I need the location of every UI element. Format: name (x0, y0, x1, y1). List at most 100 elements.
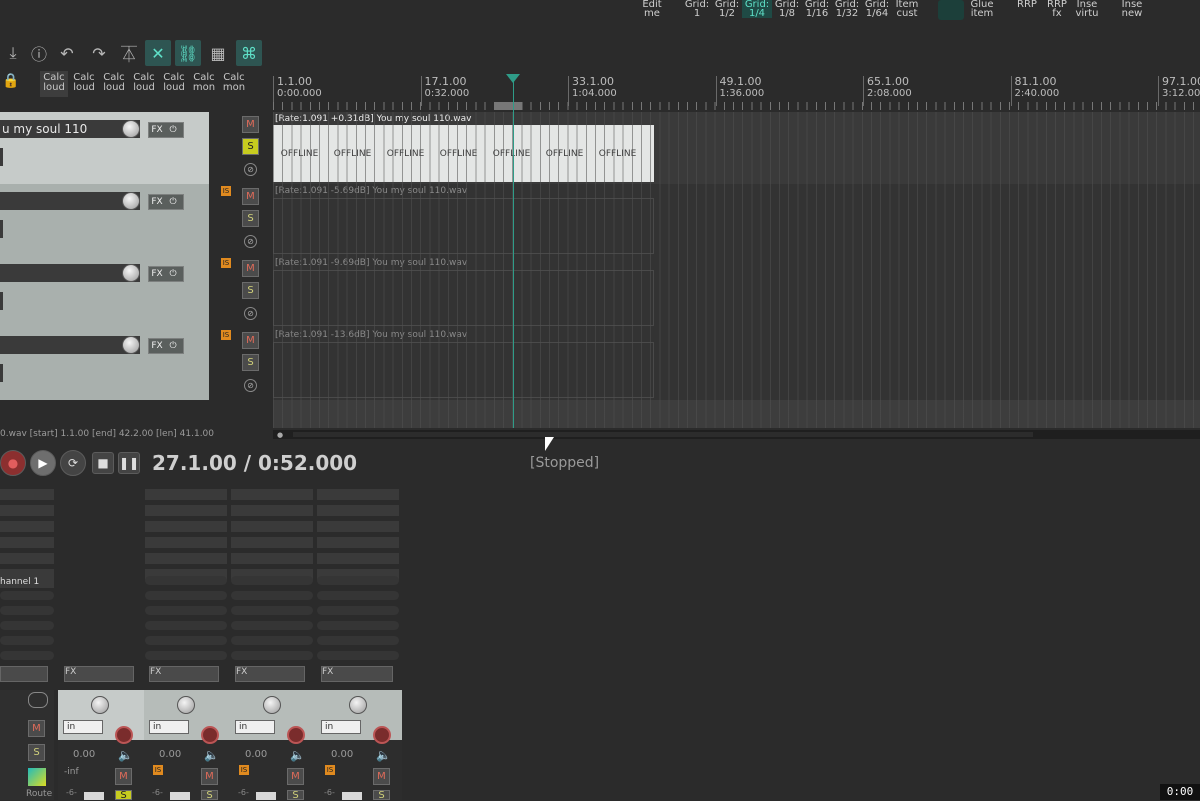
pan-knob[interactable] (91, 696, 109, 714)
grid-icon[interactable]: ▦ (205, 40, 231, 66)
undo-icon[interactable]: ↶ (54, 40, 80, 66)
track-name[interactable]: u my soul 110 (0, 120, 140, 138)
info-icon[interactable]: ⓘ (26, 40, 52, 66)
glue-icon[interactable] (938, 0, 964, 20)
send-slot[interactable] (231, 651, 313, 660)
volume-knob[interactable] (122, 264, 140, 282)
send-slot[interactable] (317, 636, 399, 645)
send-slot[interactable] (231, 591, 313, 600)
metronome-icon[interactable]: ⏄ (116, 40, 142, 66)
fx-slot[interactable] (145, 553, 227, 564)
send-slot[interactable] (231, 621, 313, 630)
routing-icon[interactable] (28, 768, 46, 786)
calc-button[interactable]: Calc mon (190, 71, 218, 97)
calc-button[interactable]: Calc loud (100, 71, 128, 97)
top-action-button[interactable]: Grid: 1/2 (712, 0, 742, 19)
fx-slot[interactable] (231, 553, 313, 564)
power-icon[interactable]: ⏻ (165, 267, 181, 281)
speaker-icon[interactable]: 🔈 (204, 748, 219, 762)
top-action-button[interactable]: RRP (1012, 0, 1042, 10)
mute-button[interactable]: M (28, 720, 45, 737)
phase-button[interactable]: ⊘ (244, 163, 257, 176)
phase-button[interactable]: ⊘ (244, 235, 257, 248)
send-slot[interactable] (0, 651, 54, 660)
media-item[interactable] (273, 198, 654, 254)
scroll-thumb[interactable] (293, 432, 1033, 437)
volume-fader[interactable] (342, 792, 362, 800)
media-item-offline[interactable]: OFFLINE OFFLINE OFFLINE OFFLINE OFFLINE OFFLI… (273, 125, 654, 182)
empty-lane[interactable] (273, 400, 1200, 428)
playhead-marker[interactable] (506, 74, 520, 83)
send-slot[interactable] (317, 606, 399, 615)
speaker-icon[interactable]: 🔈 (376, 748, 391, 762)
top-action-button[interactable]: Grid: 1/4 (742, 0, 772, 19)
ripple-icon[interactable]: ⌘ (236, 40, 262, 66)
send-slot[interactable] (145, 591, 227, 600)
top-action-button[interactable]: Glue item (967, 0, 997, 19)
calc-button[interactable]: Calc loud (70, 71, 98, 97)
volume-fader[interactable] (256, 792, 276, 800)
input-select[interactable]: in (63, 720, 103, 734)
track-panel-2[interactable]: FX ⏻ (0, 184, 209, 257)
send-slot[interactable] (0, 636, 54, 645)
loop-marker[interactable] (494, 102, 522, 110)
mixer-fx-button[interactable]: FX (149, 666, 219, 682)
mixer-fx-button[interactable]: FX (235, 666, 305, 682)
fx-slot[interactable] (231, 489, 313, 500)
send-slot[interactable] (0, 591, 54, 600)
mute-button[interactable]: M (242, 332, 259, 349)
volume-knob[interactable] (122, 192, 140, 210)
fx-slot[interactable] (145, 505, 227, 516)
fx-slot[interactable] (317, 537, 399, 548)
send-slot[interactable] (145, 621, 227, 630)
link-icon[interactable]: ⛓ (175, 40, 201, 66)
volume-fader[interactable] (84, 792, 104, 800)
fx-slot[interactable] (231, 537, 313, 548)
fx-slot[interactable] (317, 489, 399, 500)
volume-knob[interactable] (122, 120, 140, 138)
fx-slot[interactable] (145, 537, 227, 548)
solo-button[interactable]: S (242, 354, 259, 371)
fx-slot[interactable] (0, 553, 54, 564)
pan-knob[interactable] (177, 696, 195, 714)
power-icon[interactable]: ⏻ (165, 123, 181, 137)
send-slot[interactable] (317, 576, 399, 585)
fx-slot[interactable] (0, 521, 54, 532)
mute-button[interactable]: M (242, 116, 259, 133)
send-slot[interactable] (0, 621, 54, 630)
track-panel-4[interactable]: FX ⏻ (0, 328, 209, 401)
mixer-fx-button[interactable]: FX (321, 666, 393, 682)
fx-button[interactable]: FX ⏻ (148, 194, 184, 210)
power-icon[interactable]: ⏻ (165, 195, 181, 209)
fx-slot[interactable] (317, 505, 399, 516)
mixer-fx-button[interactable]: FX (64, 666, 134, 682)
mute-button[interactable]: M (115, 768, 132, 785)
speaker-icon[interactable]: 🔈 (290, 748, 305, 762)
send-slot[interactable] (145, 636, 227, 645)
solo-button[interactable]: S (28, 744, 45, 761)
fx-slot[interactable] (231, 505, 313, 516)
volume-fader[interactable] (170, 792, 190, 800)
fx-slot[interactable] (317, 521, 399, 532)
stop-button[interactable]: ■ (92, 452, 114, 474)
fx-button[interactable]: FX ⏻ (148, 122, 184, 138)
mute-button[interactable]: M (242, 188, 259, 205)
send-slot[interactable] (0, 606, 54, 615)
top-action-button[interactable]: Item cust (892, 0, 922, 19)
position-display[interactable]: 27.1.00 / 0:52.000 (152, 451, 357, 475)
send-slot[interactable] (231, 636, 313, 645)
master-strip[interactable]: M S Route (0, 690, 54, 800)
send-slot[interactable] (145, 651, 227, 660)
top-action-button[interactable]: Inse virtu (1072, 0, 1102, 19)
record-arm-button[interactable] (201, 726, 219, 744)
send-slot[interactable] (145, 606, 227, 615)
send-slot[interactable] (145, 576, 227, 585)
mute-button[interactable]: M (287, 768, 304, 785)
pan-knob[interactable] (349, 696, 367, 714)
top-action-button[interactable]: RRP fx (1042, 0, 1072, 19)
fx-slot[interactable] (317, 553, 399, 564)
solo-button[interactable]: S (242, 210, 259, 227)
mute-button[interactable]: M (242, 260, 259, 277)
track-name[interactable] (0, 336, 140, 354)
zoom-icon[interactable]: ● (277, 431, 283, 439)
